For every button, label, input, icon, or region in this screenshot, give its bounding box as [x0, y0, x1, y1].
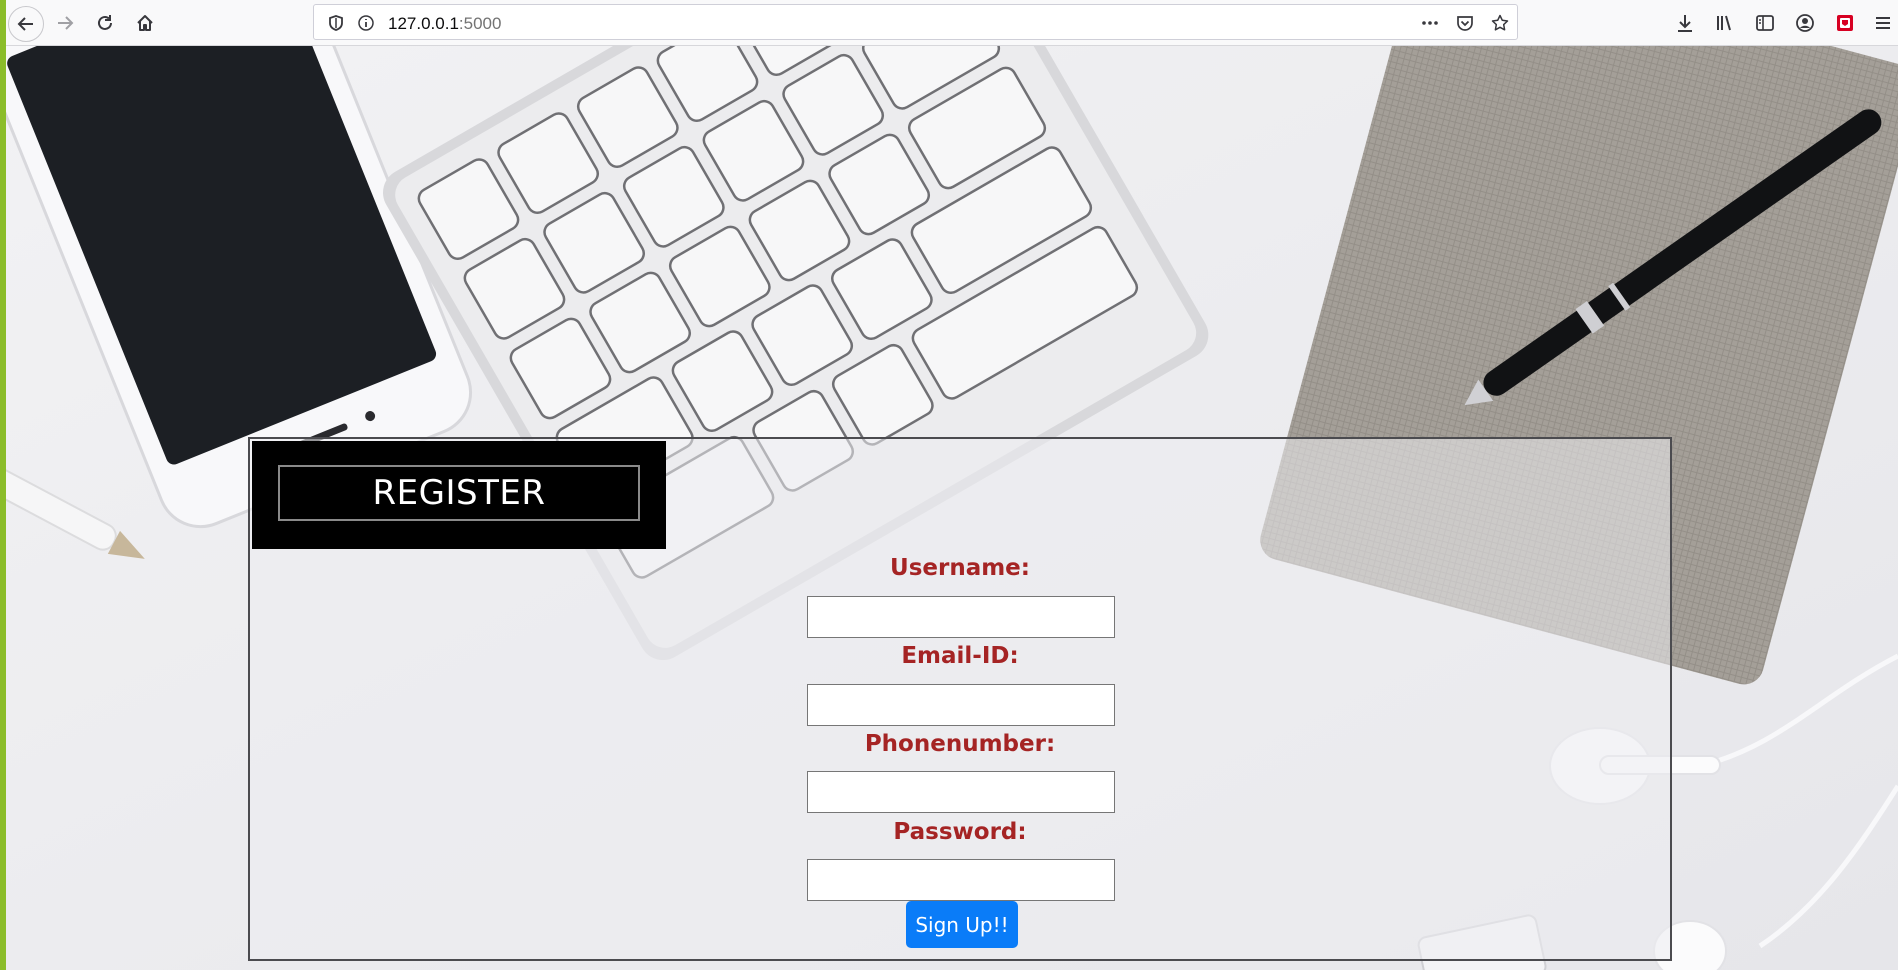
page-actions-more-icon[interactable]	[1420, 13, 1440, 33]
address-bar[interactable]: 127.0.0.1:5000	[313, 4, 1518, 40]
url-host: 127.0.0.1	[388, 14, 459, 33]
username-field[interactable]	[807, 596, 1115, 638]
library-icon[interactable]	[1708, 6, 1742, 40]
forward-arrow-icon[interactable]	[48, 6, 82, 40]
site-info-icon[interactable]	[356, 13, 376, 33]
email-label: Email-ID:	[901, 643, 1019, 669]
browser-toolbar: 127.0.0.1:5000	[0, 0, 1898, 46]
pocket-icon[interactable]	[1455, 13, 1475, 33]
sign-up-button[interactable]: Sign Up!!	[906, 901, 1018, 948]
hamburger-menu-icon[interactable]	[1868, 6, 1898, 40]
url-port: :5000	[458, 14, 502, 33]
bookmark-star-icon[interactable]	[1490, 13, 1510, 33]
downloads-icon[interactable]	[1668, 6, 1702, 40]
password-label: Password:	[893, 819, 1027, 845]
back-arrow-icon[interactable]	[8, 6, 44, 42]
register-panel: REGISTER Username: Email-ID: Phonenumber…	[248, 437, 1672, 961]
email-field[interactable]	[807, 684, 1115, 726]
register-form: Username: Email-ID: Phonenumber: Passwor…	[250, 439, 1670, 959]
sidebar-icon[interactable]	[1748, 6, 1782, 40]
password-field[interactable]	[807, 859, 1115, 901]
window-accent-strip	[0, 0, 6, 970]
extension-icon[interactable]	[1828, 6, 1862, 40]
username-label: Username:	[890, 555, 1030, 581]
account-icon[interactable]	[1788, 6, 1822, 40]
phonenumber-field[interactable]	[807, 771, 1115, 813]
url-text[interactable]: 127.0.0.1:5000	[388, 14, 501, 34]
home-icon[interactable]	[128, 6, 162, 40]
phonenumber-label: Phonenumber:	[864, 731, 1056, 757]
reload-icon[interactable]	[88, 6, 122, 40]
tracking-protection-shield-icon[interactable]	[326, 13, 346, 33]
